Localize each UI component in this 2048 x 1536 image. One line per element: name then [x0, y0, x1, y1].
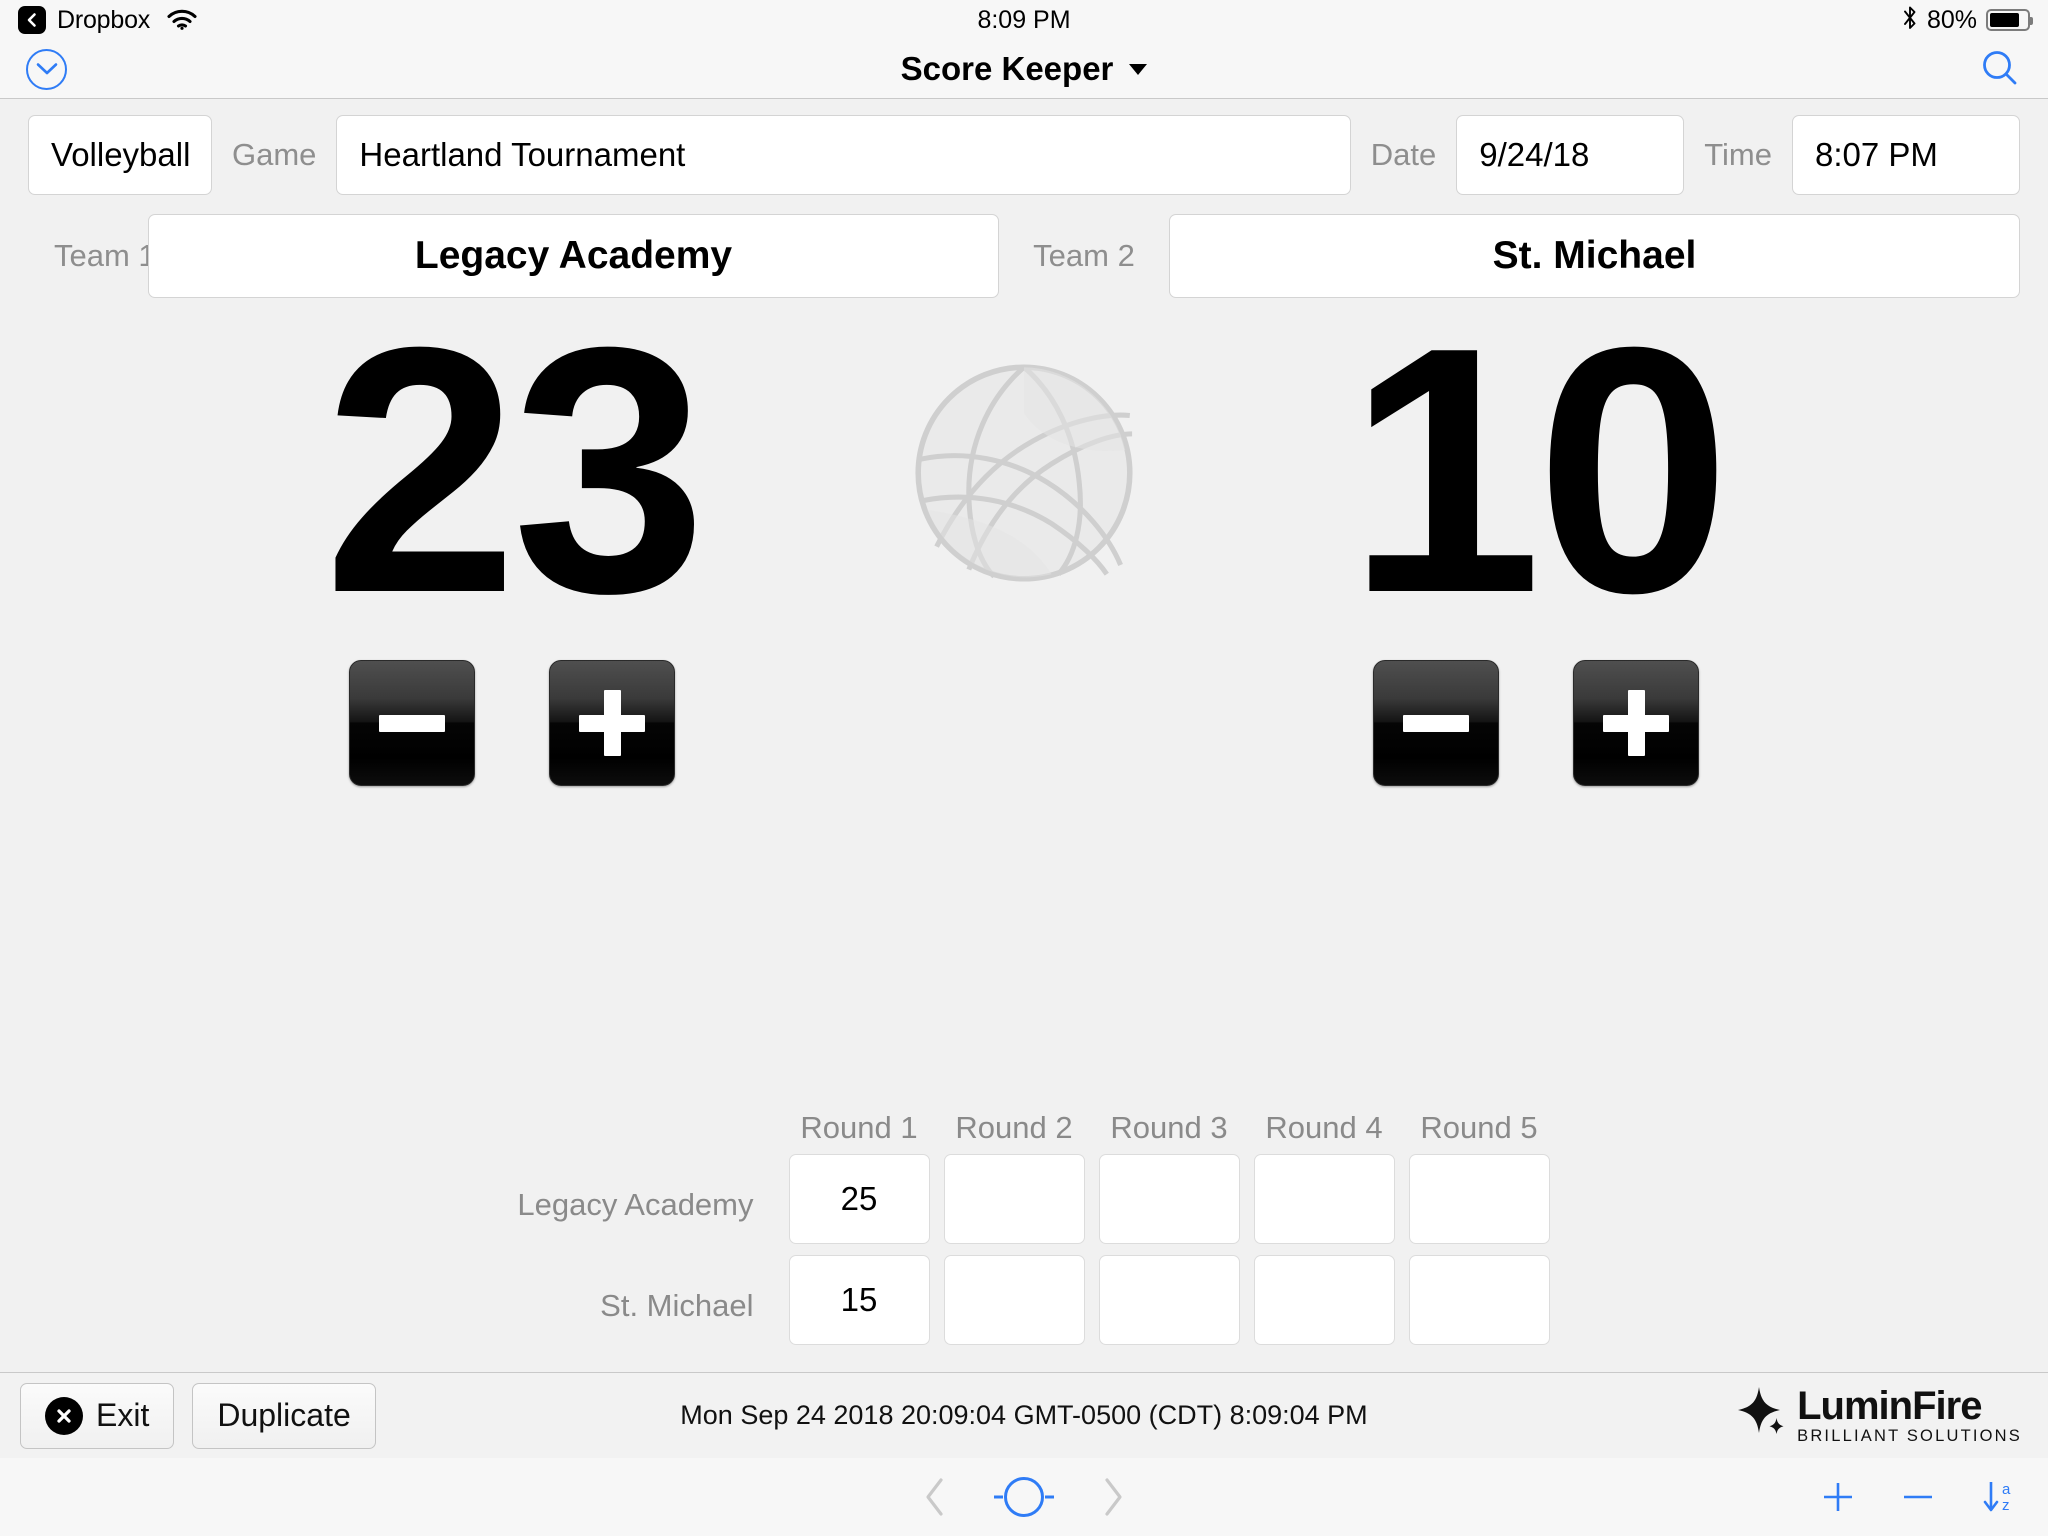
rounds-cell-wrap: [1402, 1154, 1557, 1255]
time-label: Time: [1704, 137, 1772, 172]
title-center-group: Score Keeper: [0, 50, 2048, 88]
game-name-field[interactable]: Heartland Tournament: [336, 115, 1351, 195]
plus-icon[interactable]: [1820, 1479, 1856, 1515]
game-label: Game: [232, 137, 317, 172]
battery-icon: [1986, 9, 2033, 31]
rounds-grid-corner: [492, 1110, 782, 1154]
exit-button[interactable]: Exit: [20, 1382, 175, 1449]
status-bar-clock: 8:09 PM: [977, 5, 1071, 34]
round-score-input[interactable]: [1408, 1255, 1550, 1345]
rounds-cell-wrap: [937, 1154, 1092, 1255]
plus-icon-vertical: [603, 690, 621, 756]
rounds-cell-wrap: [937, 1255, 1092, 1356]
status-bar-left[interactable]: Dropbox: [18, 6, 197, 35]
chevron-right-icon[interactable]: [1100, 1475, 1126, 1519]
team2-increment-button[interactable]: [1573, 660, 1699, 786]
time-field[interactable]: 8:07 PM: [1792, 115, 2020, 195]
team1-stepper-buttons: [349, 660, 675, 786]
record-circle-icon[interactable]: [1004, 1477, 1044, 1517]
team1-label: Team 1: [54, 238, 156, 273]
round-score-input[interactable]: 25: [788, 1154, 930, 1244]
team2-stepper-buttons: [1373, 660, 1699, 786]
minus-icon: [379, 714, 445, 732]
filemaker-nav-bar: a z: [0, 1458, 2048, 1536]
round-score-input[interactable]: [1098, 1154, 1240, 1244]
team1-score: 23: [323, 274, 706, 666]
round-score-input[interactable]: [1408, 1154, 1550, 1244]
rounds-cell-wrap: [1402, 1255, 1557, 1356]
rounds-cell-wrap: [1247, 1255, 1402, 1356]
rounds-column-header: Round 2: [955, 1110, 1073, 1145]
rounds-cell-wrap: 15: [782, 1255, 937, 1356]
duplicate-button[interactable]: Duplicate: [192, 1382, 376, 1449]
wifi-icon: [167, 9, 197, 31]
nav-actions: a z: [1820, 1477, 2022, 1517]
rounds-cell-wrap: [1247, 1154, 1402, 1255]
record-navigator: [922, 1475, 1126, 1519]
round-score-input[interactable]: [1253, 1154, 1395, 1244]
date-field[interactable]: 9/24/18: [1456, 115, 1685, 195]
sort-letter-z: z: [2002, 1497, 2010, 1514]
luminfire-logo: LuminFire BRILLIANT SOLUTIONS: [1735, 1385, 2028, 1446]
team2-label: Team 2: [1033, 238, 1135, 273]
round-score-input[interactable]: 15: [788, 1255, 930, 1345]
team2-decrement-button[interactable]: [1373, 660, 1499, 786]
volleyball-icon: [909, 358, 1139, 588]
duplicate-button-label: Duplicate: [217, 1397, 351, 1433]
back-arrow-icon[interactable]: [18, 6, 46, 34]
app-title-bar: Score Keeper: [0, 40, 2048, 99]
minus-icon: [1403, 714, 1469, 732]
team1-score-panel: 23: [162, 274, 862, 786]
round-score-input[interactable]: [943, 1154, 1085, 1244]
bluetooth-icon: [1902, 5, 1918, 36]
rounds-row-label: St. Michael: [600, 1287, 754, 1323]
rounds-row-label: Legacy Academy: [517, 1186, 754, 1222]
caret-down-icon[interactable]: [1129, 63, 1148, 75]
battery-fill: [1990, 13, 2019, 27]
date-label: Date: [1370, 137, 1437, 172]
plus-icon-vertical: [1627, 690, 1645, 756]
team2-score: 10: [1347, 274, 1730, 666]
ios-status-bar: Dropbox 8:09 PM 80%: [0, 0, 2048, 40]
back-app-label[interactable]: Dropbox: [57, 6, 150, 35]
sparkle-star-icon: [1735, 1385, 1787, 1446]
rounds-cell-wrap: [1092, 1255, 1247, 1356]
app-window: Dropbox 8:09 PM 80% Score Keeper Volleyb…: [0, 0, 2048, 1536]
page-title: Score Keeper: [900, 50, 1114, 87]
sort-letter-a: a: [2002, 1481, 2011, 1498]
rounds-grid: Round 1 Round 2 Round 3 Round 4 Round 5 Legac…: [492, 1110, 1557, 1356]
brand-tagline: BRILLIANT SOLUTIONS: [1797, 1427, 2022, 1446]
luminfire-logo-text: LuminFire BRILLIANT SOLUTIONS: [1797, 1386, 2022, 1445]
rounds-cell-wrap: 25: [782, 1154, 937, 1255]
sport-field[interactable]: Volleyball: [28, 115, 212, 195]
rounds-cell-wrap: [1092, 1154, 1247, 1255]
game-info-form: Volleyball Game Heartland Tournament Dat…: [0, 99, 2048, 298]
rounds-column-header: Round 1: [800, 1110, 918, 1145]
team1-increment-button[interactable]: [549, 660, 675, 786]
chevron-left-icon[interactable]: [922, 1475, 948, 1519]
team1-decrement-button[interactable]: [349, 660, 475, 786]
search-icon[interactable]: [1978, 47, 2022, 91]
round-score-input[interactable]: [1098, 1255, 1240, 1345]
footer-toolbar: Exit Duplicate Mon Sep 24 2018 20:09:04 …: [0, 1372, 2048, 1458]
close-circle-icon: [45, 1396, 83, 1435]
round-score-input[interactable]: [943, 1255, 1085, 1345]
sort-az-icon[interactable]: a z: [1980, 1477, 2022, 1517]
brand-name: LuminFire: [1797, 1384, 1982, 1429]
rounds-table: Round 1 Round 2 Round 3 Round 4 Round 5 Legac…: [0, 1110, 2048, 1372]
team2-score-panel: 10: [1186, 274, 1886, 786]
battery-percent-label: 80%: [1926, 5, 1977, 34]
minus-icon[interactable]: [1900, 1479, 1936, 1515]
rounds-column-header: Round 3: [1110, 1110, 1228, 1145]
status-bar-right: 80%: [1902, 5, 2033, 36]
scoreboard: 23 10: [0, 274, 2048, 1110]
rounds-column-header: Round 4: [1265, 1110, 1383, 1145]
exit-button-label: Exit: [96, 1397, 150, 1433]
form-row-game: Volleyball Game Heartland Tournament Dat…: [28, 115, 2020, 195]
round-score-input[interactable]: [1253, 1255, 1395, 1345]
rounds-column-header: Round 5: [1420, 1110, 1538, 1145]
